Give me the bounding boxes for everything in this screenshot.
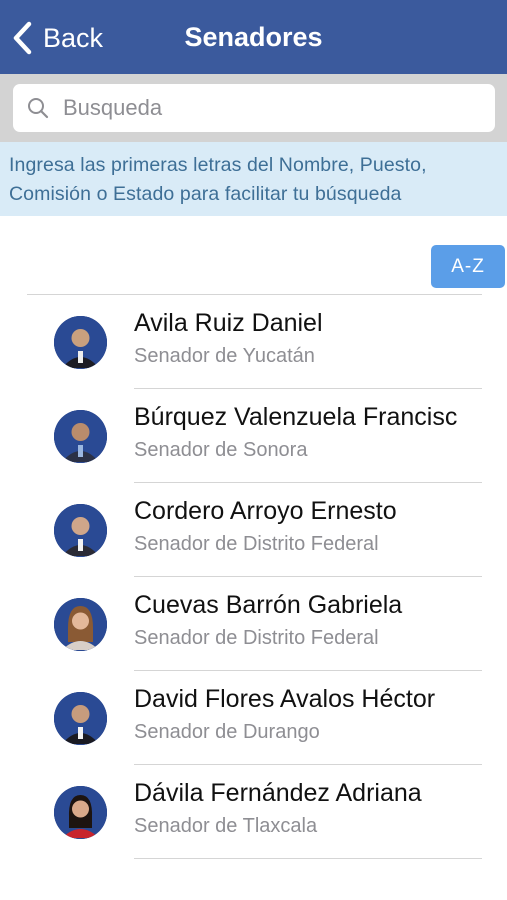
senator-list: Avila Ruiz Daniel Senador de Yucatán Búr… — [0, 295, 507, 859]
list-item[interactable]: Dávila Fernández Adriana Senador de Tlax… — [0, 765, 507, 859]
senator-name: David Flores Avalos Héctor — [134, 685, 436, 713]
search-input[interactable] — [61, 94, 465, 122]
senator-state: Senador de Tlaxcala — [134, 815, 318, 837]
list-item[interactable]: Cuevas Barrón Gabriela Senador de Distri… — [0, 577, 507, 671]
avatar — [54, 316, 107, 369]
search-hint: Ingresa las primeras letras del Nombre, … — [0, 142, 507, 216]
senator-name: Búrquez Valenzuela Francisco — [134, 403, 458, 431]
page-title: Senadores — [184, 22, 323, 52]
senator-state: Senador de Yucatán — [134, 345, 315, 367]
list-item[interactable]: Avila Ruiz Daniel Senador de Yucatán — [0, 295, 507, 389]
senator-name: Cordero Arroyo Ernesto — [134, 497, 397, 525]
avatar — [54, 692, 107, 745]
navigation-bar: Back Senadores — [0, 0, 507, 74]
search-hint-line-2: Comisión o Estado para facilitar tu búsq… — [9, 183, 402, 205]
list-item[interactable]: Cordero Arroyo Ernesto Senador de Distri… — [0, 483, 507, 577]
search-icon — [28, 98, 49, 119]
senator-state: Senador de Distrito Federal — [134, 533, 379, 555]
search-bar — [0, 74, 507, 142]
senator-name: Cuevas Barrón Gabriela — [134, 591, 403, 619]
list-item[interactable]: David Flores Avalos Héctor Senador de Du… — [0, 671, 507, 765]
list-item[interactable]: Búrquez Valenzuela Francisco Senador de … — [0, 389, 507, 483]
search-box[interactable] — [13, 84, 495, 132]
avatar — [54, 504, 107, 557]
senator-name: Dávila Fernández Adriana — [134, 779, 422, 807]
senator-state: Senador de Durango — [134, 721, 320, 743]
sort-az-button[interactable]: A-Z — [431, 245, 505, 288]
avatar — [54, 786, 107, 839]
senator-name: Avila Ruiz Daniel — [134, 309, 323, 337]
senator-state: Senador de Sonora — [134, 439, 308, 461]
avatar — [54, 410, 107, 463]
search-hint-line-1: Ingresa las primeras letras del Nombre, … — [9, 154, 427, 176]
senator-state: Senador de Distrito Federal — [134, 627, 379, 649]
avatar — [54, 598, 107, 651]
